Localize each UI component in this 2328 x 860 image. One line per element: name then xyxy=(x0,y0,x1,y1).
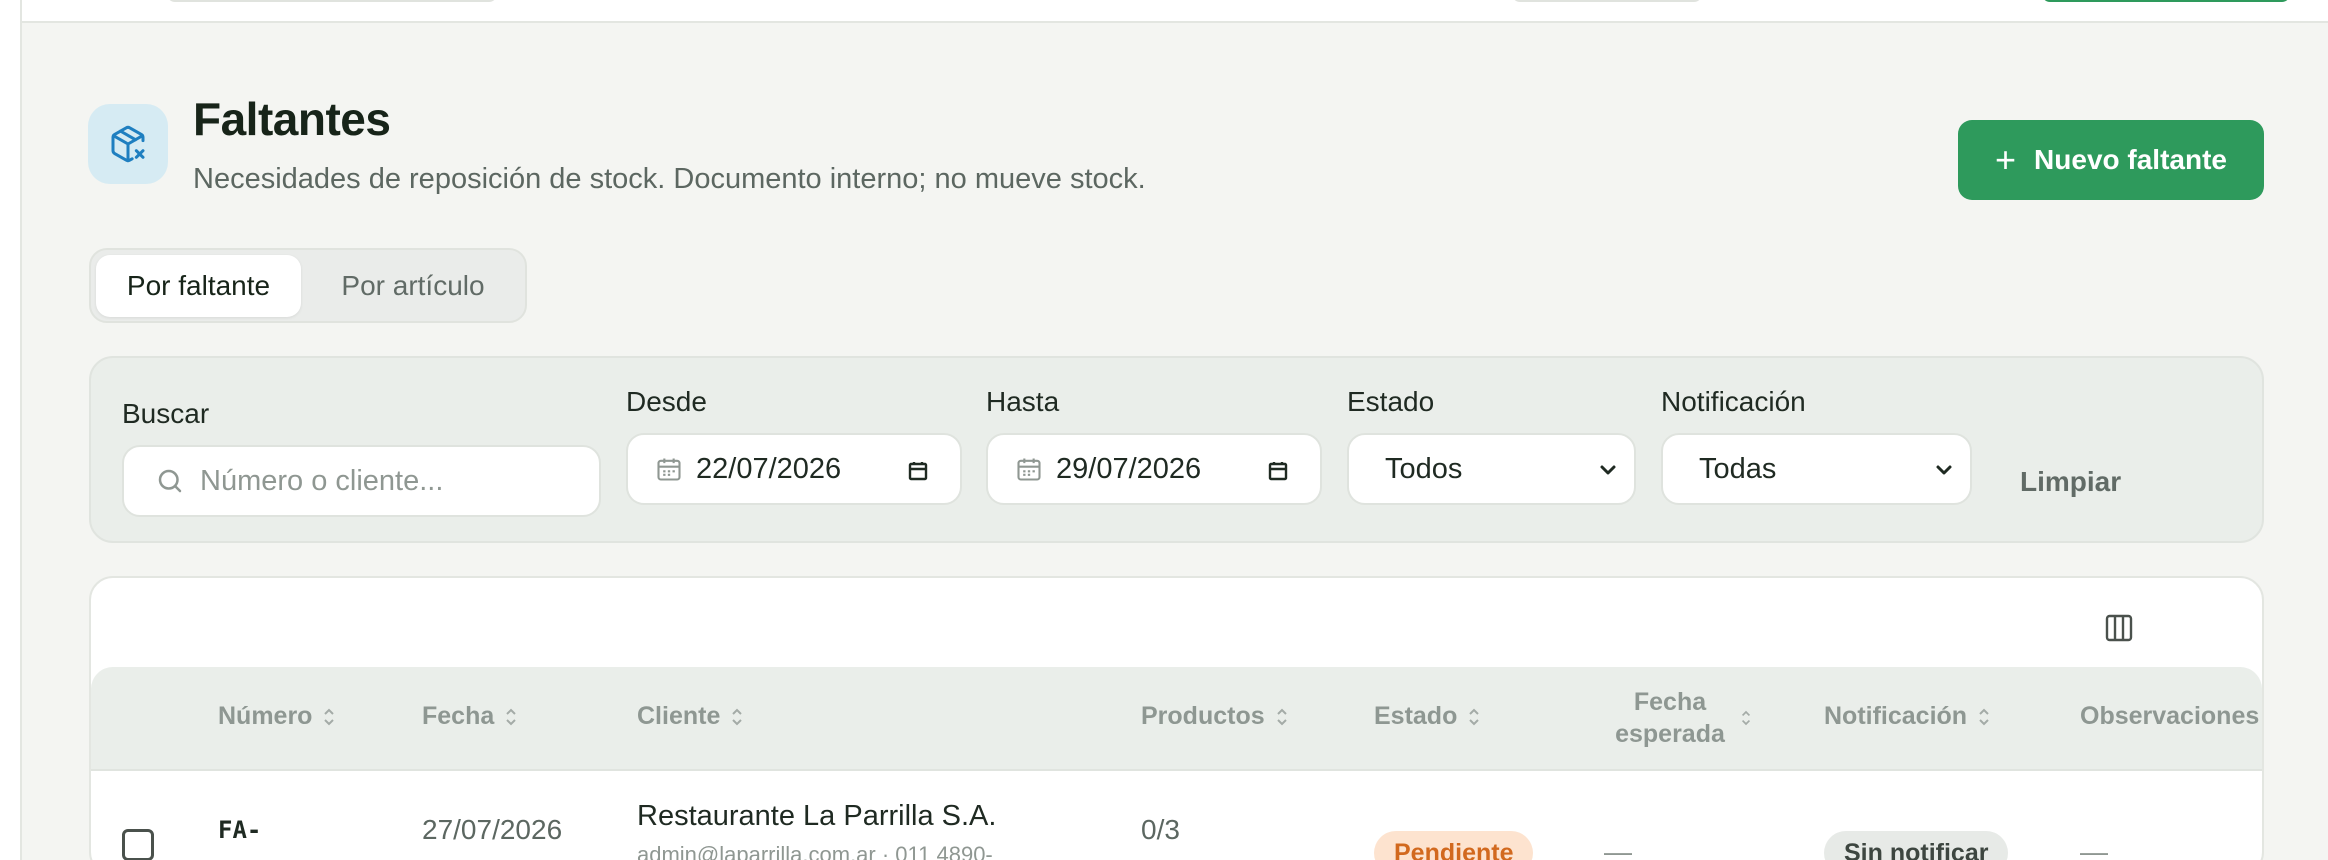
sort-icon xyxy=(324,708,335,725)
row-productos: 0/3 xyxy=(1141,814,1180,845)
chevron-down-icon xyxy=(1596,457,1620,490)
notification-select-value: Todas xyxy=(1699,452,1777,485)
status-label: Estado xyxy=(1347,386,1435,417)
notification-label: Notificación xyxy=(1661,386,1806,417)
column-header-label: Estado xyxy=(1374,702,1458,730)
column-header-label: Número xyxy=(218,702,313,730)
page-subtitle: Necesidades de reposición de stock. Docu… xyxy=(193,163,1146,195)
column-header-label: Cliente xyxy=(637,702,721,730)
column-header-notificacion[interactable]: Notificación xyxy=(1824,702,1991,731)
calendar-icon xyxy=(1002,455,1056,483)
row-fecha-esperada: — xyxy=(1604,836,1632,860)
columns-icon[interactable] xyxy=(2103,612,2135,649)
tab-por-faltante[interactable]: Por faltante xyxy=(96,255,301,317)
row-cliente: Restaurante La Parrilla S.A. xyxy=(637,800,997,832)
column-header-productos[interactable]: Productos xyxy=(1141,702,1289,731)
column-header-cliente[interactable]: Cliente xyxy=(637,702,744,731)
column-header-estado[interactable]: Estado xyxy=(1374,702,1481,731)
global-search-field[interactable] xyxy=(167,0,497,2)
from-date-label: Desde xyxy=(626,386,707,417)
tab-por-articulo[interactable]: Por artículo xyxy=(303,255,523,317)
sort-icon xyxy=(732,708,743,725)
column-header-label: Fecha xyxy=(422,702,495,730)
column-header-label: Observaciones xyxy=(2080,702,2260,730)
sort-icon xyxy=(1276,708,1287,725)
row-fecha: 27/07/2026 xyxy=(422,814,563,845)
column-header-label: Fecha esperada xyxy=(1615,688,1725,748)
row-cliente-detalle: admin@laparrilla.com.ar · 011 4890- xyxy=(637,842,993,860)
column-header-fecha[interactable]: Fecha xyxy=(422,702,518,731)
calendar-icon xyxy=(642,455,696,483)
calendar-picker-icon[interactable] xyxy=(1266,459,1290,483)
sort-icon xyxy=(1979,708,1989,725)
row-select-checkbox[interactable] xyxy=(122,829,154,860)
row-observaciones: — xyxy=(2080,836,2108,860)
plus-icon: + xyxy=(1995,139,2017,180)
view-toggle: Por faltante Por artículo xyxy=(89,248,527,323)
sort-icon xyxy=(506,708,516,725)
sort-icon xyxy=(1741,710,1751,726)
top-bar xyxy=(22,0,2328,23)
column-header-fecha-esperada[interactable]: Fecha esperada xyxy=(1610,686,1752,750)
search-icon xyxy=(140,466,200,496)
notification-badge: Sin notificar xyxy=(1824,831,2009,860)
column-header-label: Productos xyxy=(1141,702,1265,730)
new-faltante-label: Nuevo faltante xyxy=(2034,144,2227,175)
to-date-label: Hasta xyxy=(986,386,1060,417)
page-title: Faltantes xyxy=(193,93,391,145)
top-bar-control[interactable] xyxy=(1512,0,1702,2)
top-bar-action-button[interactable] xyxy=(2042,0,2290,2)
status-select[interactable]: Todos xyxy=(1347,433,1636,505)
column-header-label: Notificación xyxy=(1824,702,1968,730)
to-date-input[interactable]: 29/07/2026 xyxy=(986,433,1322,505)
column-header-observaciones[interactable]: Observaciones xyxy=(2080,702,2260,731)
package-x-icon xyxy=(88,104,168,184)
sort-icon xyxy=(1469,708,1480,725)
notification-select[interactable]: Todas xyxy=(1661,433,1972,505)
search-input[interactable]: Número o cliente... xyxy=(122,445,601,517)
search-label: Buscar xyxy=(122,398,210,429)
left-sidebar-edge xyxy=(0,0,22,860)
from-date-input[interactable]: 22/07/2026 xyxy=(626,433,962,505)
search-placeholder: Número o cliente... xyxy=(200,464,444,497)
status-badge: Pendiente xyxy=(1374,831,1534,860)
to-date-value: 29/07/2026 xyxy=(1056,452,1202,485)
from-date-value: 22/07/2026 xyxy=(696,452,842,485)
status-select-value: Todos xyxy=(1385,452,1463,485)
calendar-picker-icon[interactable] xyxy=(906,459,930,483)
clear-filters-button[interactable]: Limpiar xyxy=(2020,466,2121,498)
row-numero[interactable]: FA- xyxy=(218,816,261,844)
new-faltante-button[interactable]: + Nuevo faltante xyxy=(1958,120,2264,200)
column-header-numero[interactable]: Número xyxy=(218,702,336,731)
chevron-down-icon xyxy=(1932,457,1956,490)
